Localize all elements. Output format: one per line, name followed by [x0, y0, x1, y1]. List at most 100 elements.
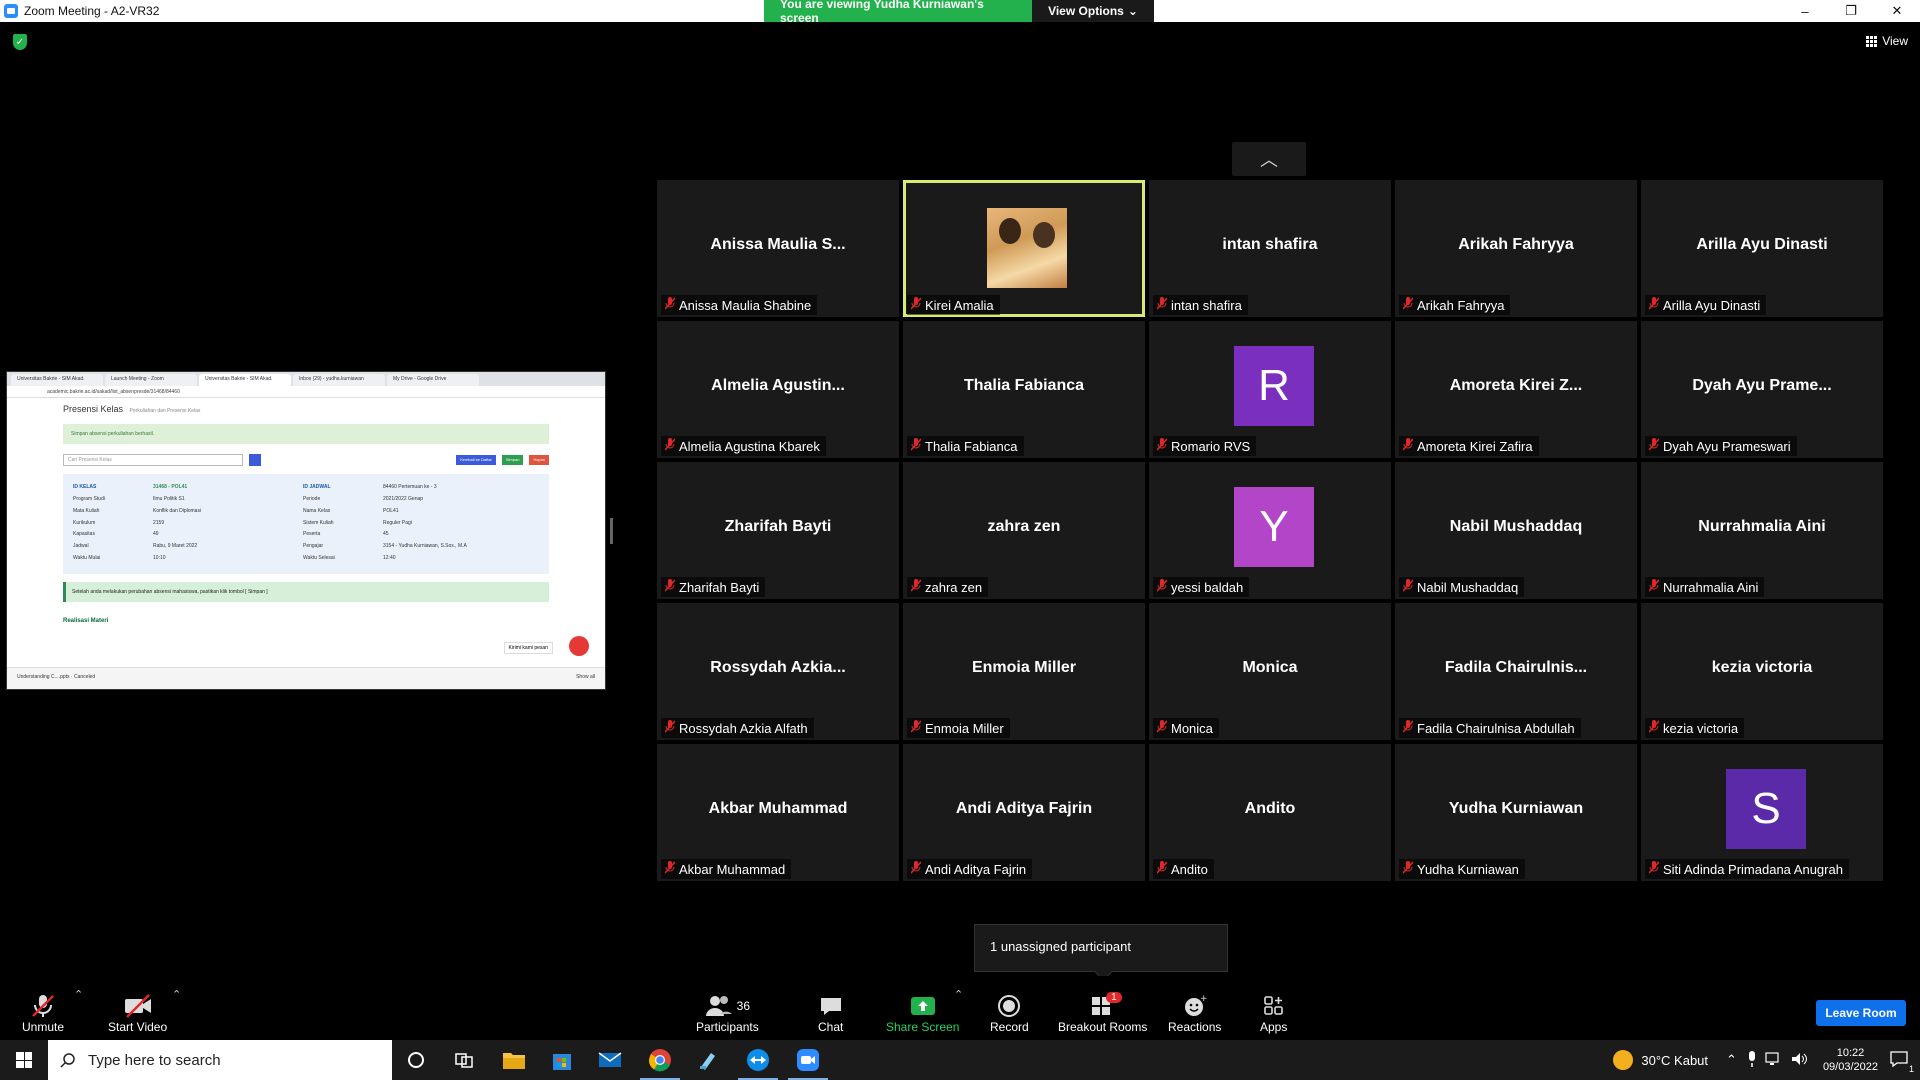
class-info-cell: Pengajar [303, 543, 324, 550]
chevron-up-icon[interactable]: ⌃ [1726, 1052, 1737, 1068]
participant-display-name: zahra zen [987, 518, 1061, 535]
participant-name: Siti Adinda Primadana Anugrah [1663, 861, 1843, 877]
participant-name-label: Andito [1153, 859, 1214, 879]
participant-tile[interactable]: Zharifah Bayti Zharifah Bayti [657, 462, 899, 599]
participant-tile[interactable]: Dyah Ayu Prame... Dyah Ayu Prameswari [1641, 321, 1883, 458]
leave-room-button[interactable]: Leave Room [1816, 1000, 1906, 1026]
participant-name-label: Zharifah Bayti [661, 577, 766, 597]
chat-tooltip: Kirimi kami pesan [503, 642, 553, 654]
shared-search-icon [249, 454, 261, 466]
apps-button[interactable]: Apps [1260, 992, 1287, 1034]
taskbar-search-box[interactable]: Type here to search [48, 1040, 392, 1080]
participant-name-label: Enmoia Miller [907, 718, 1010, 738]
splitter-handle[interactable] [610, 518, 613, 544]
class-info-cell: ID JADWAL [303, 484, 331, 490]
mail-icon[interactable] [598, 1048, 622, 1072]
participant-tile[interactable]: Thalia Fabianca Thalia Fabianca [903, 321, 1145, 458]
participant-tile[interactable]: Amoreta Kirei Z... Amoreta Kirei Zafira [1395, 321, 1637, 458]
chrome-icon[interactable] [640, 1048, 680, 1080]
notification-count: 1 [1908, 1063, 1914, 1074]
microphone-icon[interactable] [1747, 1050, 1757, 1070]
record-button[interactable]: Record [990, 992, 1029, 1034]
file-explorer-icon[interactable] [502, 1048, 526, 1072]
class-info-cell: Program Studi [73, 495, 105, 502]
encryption-shield-icon[interactable]: ✓ [13, 34, 27, 50]
share-options-caret[interactable]: ⌃ [954, 988, 963, 1001]
window-title: Zoom Meeting - A2-VR32 [24, 4, 160, 18]
participant-tile[interactable]: Andi Aditya Fajrin Andi Aditya Fajrin [903, 744, 1145, 881]
muted-mic-icon [1156, 579, 1168, 595]
audio-options-caret[interactable]: ⌃ [74, 988, 83, 1001]
microsoft-store-icon[interactable] [550, 1048, 574, 1072]
breakout-rooms-button[interactable]: 1 Breakout Rooms [1058, 992, 1147, 1034]
shared-screen-view[interactable]: Universitas Bakrie - SIM Akad. Launch Me… [6, 371, 606, 690]
share-screen-button[interactable]: Share Screen [886, 992, 959, 1034]
participant-tile[interactable]: Akbar Muhammad Akbar Muhammad [657, 744, 899, 881]
realisasi-heading: Realisasi Materi [63, 618, 109, 624]
participant-name-label: Siti Adinda Primadana Anugrah [1645, 859, 1849, 879]
start-button[interactable] [0, 1040, 48, 1080]
participant-tile[interactable]: Kirei Amalia [903, 180, 1145, 317]
participant-tile[interactable]: S Siti Adinda Primadana Anugrah [1641, 744, 1883, 881]
participant-tile[interactable]: zahra zen zahra zen [903, 462, 1145, 599]
collapse-gallery-button[interactable]: ︿ [1232, 142, 1306, 176]
volume-icon[interactable] [1791, 1052, 1809, 1069]
participant-tile[interactable]: Yudha Kurniawan Yudha Kurniawan [1395, 744, 1637, 881]
minimize-button[interactable]: – [1782, 0, 1828, 22]
view-options-label: View Options [1048, 4, 1124, 18]
participant-tile[interactable]: Arikah Fahryya Arikah Fahryya [1395, 180, 1637, 317]
taskbar-clock[interactable]: 10:22 09/03/2022 [1823, 1046, 1878, 1074]
participant-tile[interactable]: kezia victoria kezia victoria [1641, 603, 1883, 740]
participant-tile[interactable]: Enmoia Miller Enmoia Miller [903, 603, 1145, 740]
participant-tile[interactable]: Almelia Agustin... Almelia Agustina Kbare… [657, 321, 899, 458]
teamviewer-icon[interactable] [738, 1048, 778, 1080]
network-icon[interactable] [1765, 1051, 1783, 1069]
share-banner: You are viewing Yudha Kurniawan's screen… [764, 0, 1154, 25]
chat-button[interactable]: Chat [818, 992, 843, 1034]
task-view-icon[interactable] [452, 1048, 476, 1072]
participant-name-label: Kirei Amalia [907, 295, 1000, 315]
participant-tile[interactable]: R Romario RVS [1149, 321, 1391, 458]
participant-tile[interactable]: Fadila Chairulnis... Fadila Chairulnisa A… [1395, 603, 1637, 740]
unmute-button[interactable]: Unmute [22, 992, 64, 1034]
participant-name-label: Thalia Fabianca [907, 436, 1024, 456]
participant-tile[interactable]: Rossydah Azkia... Rossydah Azkia Alfath [657, 603, 899, 740]
participant-tile[interactable]: intan shafira intan shafira [1149, 180, 1391, 317]
participant-display-name: Almelia Agustin... [711, 377, 845, 394]
close-button[interactable]: ✕ [1874, 0, 1920, 22]
participant-display-name: Arilla Ayu Dinasti [1696, 236, 1828, 253]
participant-tile[interactable]: Monica Monica [1149, 603, 1391, 740]
participants-button[interactable]: 36 Participants [696, 992, 759, 1034]
muted-mic-icon [1648, 579, 1660, 595]
participant-tile[interactable]: Arilla Ayu Dinasti Arilla Ayu Dinasti [1641, 180, 1883, 317]
weather-label[interactable]: 30°C Kabut [1641, 1053, 1708, 1068]
reactions-label: Reactions [1168, 1020, 1222, 1034]
class-info-cell: 84460 Pertemuan ke - 3 [383, 484, 437, 490]
cortana-icon[interactable] [404, 1048, 428, 1072]
participant-name-label: Amoreta Kirei Zafira [1399, 436, 1539, 456]
view-button[interactable]: View [1866, 34, 1908, 48]
view-options-button[interactable]: View Options ⌄ [1032, 0, 1154, 22]
participant-tile[interactable]: Yyessi baldah [1149, 462, 1391, 599]
video-options-caret[interactable]: ⌃ [172, 988, 181, 1001]
reactions-button[interactable]: + Reactions [1168, 992, 1221, 1034]
class-info-cell: Peserta [303, 531, 321, 538]
class-info-cell: 12:40 [383, 555, 396, 562]
notepad-icon[interactable] [696, 1048, 720, 1072]
breakout-badge: 1 [1106, 992, 1122, 1003]
participant-tile[interactable]: Andito Andito [1149, 744, 1391, 881]
participant-tile[interactable]: Nabil Mushaddaq Nabil Mushaddaq [1395, 462, 1637, 599]
participant-display-name: Zharifah Bayti [724, 518, 832, 535]
start-video-button[interactable]: Start Video [108, 992, 167, 1034]
zoom-taskbar-icon[interactable] [788, 1048, 828, 1080]
shared-page-title: Presensi Kelas Perkuliahan dan Presensi … [63, 404, 201, 414]
participant-tile[interactable]: Nurrahmalia Aini Nurrahmalia Aini [1641, 462, 1883, 599]
participant-name-label: intan shafira [1153, 295, 1248, 315]
participant-display-name: Andi Aditya Fajrin [955, 800, 1093, 817]
maximize-button[interactable]: ❐ [1828, 0, 1874, 22]
chevron-down-icon: ⌄ [1127, 4, 1138, 18]
participant-tile[interactable]: Anissa Maulia S... Anissa Maulia Shabine [657, 180, 899, 317]
muted-mic-icon [910, 720, 922, 736]
participant-name: Anissa Maulia Shabine [679, 297, 812, 313]
notification-center-icon[interactable]: 1 [1890, 1050, 1914, 1074]
